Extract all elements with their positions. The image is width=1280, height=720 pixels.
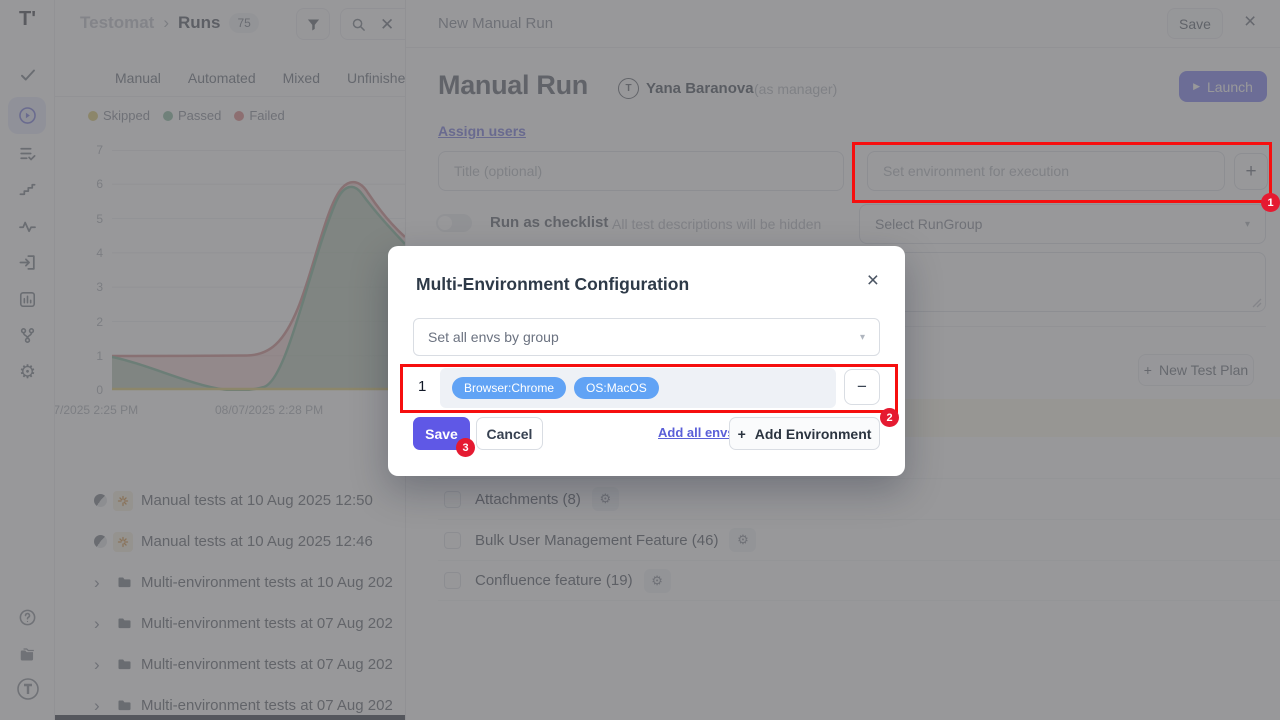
modal-cancel-button[interactable]: Cancel [476,417,543,450]
annotation-badge-1: 1 [1261,193,1280,212]
add-all-envs-link[interactable]: Add all envs [658,425,735,440]
annotation-box-2 [400,364,898,413]
modal-close-icon[interactable]: × [867,270,879,291]
annotation-badge-3: 3 [456,438,475,457]
annotation-badge-2: 2 [880,408,899,427]
chevron-down-icon: ▾ [860,332,865,343]
env-group-select[interactable]: Set all envs by group ▾ [413,318,880,356]
app-screen: T' ⚙ [0,0,1280,720]
annotation-box-1 [852,142,1272,203]
modal-title: Multi-Environment Configuration [416,274,689,295]
add-environment-button[interactable]: + Add Environment [729,417,880,450]
plus-icon: + [738,426,746,442]
